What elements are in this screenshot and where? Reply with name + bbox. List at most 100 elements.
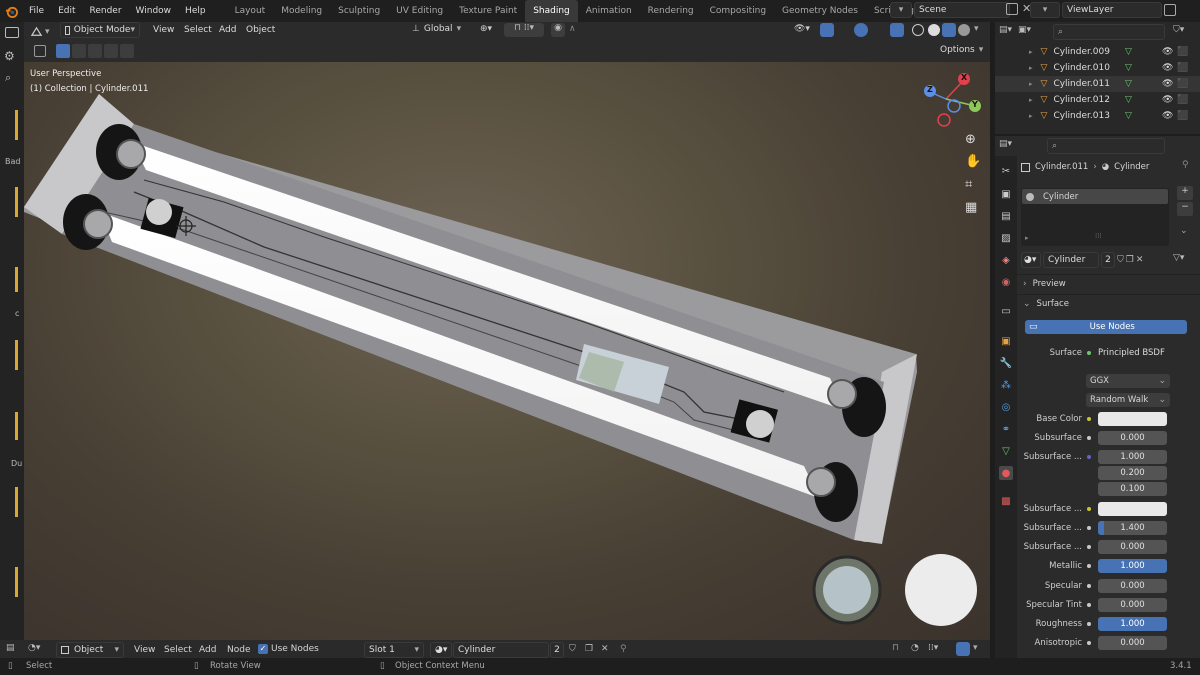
subsurface-value[interactable]: 0.000 [1098, 431, 1167, 445]
surface-shader-value[interactable]: Principled BSDF [1098, 348, 1165, 358]
editor-type-icon[interactable]: ▤ [6, 643, 15, 653]
add-slot-button[interactable]: + [1177, 186, 1193, 200]
snap-icon[interactable]: ⊓ ⁞⁞▾ [504, 23, 544, 37]
shader-type-dropdown[interactable]: Object ▾ [56, 642, 124, 658]
toolbar-toggle-icon[interactable] [34, 45, 46, 57]
camera-render-icon[interactable]: ⬛ [1177, 95, 1188, 105]
physics-tab-icon[interactable]: ◎ [999, 400, 1013, 414]
shading-material-icon[interactable] [942, 23, 956, 37]
shading-options-icon[interactable]: ▾ [974, 24, 979, 34]
display-mode-icon[interactable]: ▣▾ [1018, 25, 1031, 35]
editor-type-button[interactable]: ▾ [30, 24, 56, 40]
render-tab-icon[interactable]: ▣ [999, 187, 1013, 201]
properties-editor-icon[interactable]: ▤▾ [999, 139, 1012, 149]
menu-select[interactable]: Select [164, 645, 192, 655]
tab-modeling[interactable]: Modeling [273, 0, 330, 22]
use-nodes-checkbox[interactable]: ✓ Use Nodes [258, 644, 319, 654]
expand-list-icon[interactable]: ▸ [1025, 234, 1029, 242]
xray-icon[interactable] [890, 23, 904, 37]
properties-search-input[interactable]: ⌕ [1047, 138, 1165, 154]
pin-icon[interactable]: ⚲ [1182, 160, 1189, 170]
output-tab-icon[interactable]: ▤ [999, 209, 1013, 223]
menu-add[interactable]: Add [199, 645, 216, 655]
user-count[interactable]: 2 [550, 642, 564, 658]
preview-panel-header[interactable]: › Preview [1017, 274, 1200, 292]
scene-type-icon[interactable]: ▾ [890, 2, 912, 18]
tab-sculpting[interactable]: Sculpting [330, 0, 388, 22]
material-slot-list[interactable]: Cylinder ▸ ⁞⁞⁞ [1021, 188, 1169, 246]
slot-dropdown[interactable]: Slot 1 ▾ [364, 642, 424, 658]
data-tab-icon[interactable]: ▽ [999, 444, 1013, 458]
select-invert-icon[interactable] [104, 44, 118, 58]
pan-hand-icon[interactable]: ✋ [965, 154, 981, 169]
overlay-toggle-icon[interactable] [956, 642, 970, 656]
snap-toggle-icon[interactable]: ⊓ [892, 643, 899, 653]
subsurface-ior-value[interactable]: 1.400 [1098, 521, 1167, 535]
scene-field[interactable]: Scene [914, 2, 1010, 18]
fake-user-icon[interactable]: ⛉ [569, 644, 576, 654]
base-color-swatch[interactable] [1098, 412, 1167, 426]
eye-icon[interactable]: 👁 [1162, 63, 1173, 73]
view-layer-field[interactable]: ViewLayer [1062, 2, 1162, 18]
particles-tab-icon[interactable]: ⁂ [999, 378, 1013, 392]
tab-animation[interactable]: Animation [578, 0, 640, 22]
tool-indicator[interactable] [15, 340, 18, 370]
outliner-row[interactable]: ▸ ▽ Cylinder.013 ▽ 👁 ⬛ [995, 108, 1200, 124]
browse-material-icon[interactable]: ◕▾ [1021, 252, 1041, 268]
overlay-options-icon[interactable]: ▾ [973, 643, 978, 653]
options-dropdown[interactable]: Options ▾ [936, 42, 988, 58]
specular-tint-value[interactable]: 0.000 [1098, 598, 1167, 612]
texture-tab-icon[interactable]: ▩ [999, 494, 1013, 508]
falloff-icon[interactable]: ∧ [569, 24, 576, 34]
select-extend-icon[interactable] [72, 44, 86, 58]
menu-view[interactable]: View [134, 645, 155, 655]
tool-indicator[interactable] [15, 567, 18, 597]
menu-help[interactable]: Help [178, 0, 213, 22]
scene-tab-icon[interactable]: ◈ [999, 253, 1013, 267]
tab-rendering[interactable]: Rendering [640, 0, 702, 22]
duplicate-material-icon[interactable]: ❐ [585, 644, 593, 654]
select-intersect-icon[interactable] [120, 44, 134, 58]
search-icon[interactable]: ⌕ [5, 71, 11, 85]
subsurface-color-swatch[interactable] [1098, 502, 1167, 516]
tool-indicator[interactable] [15, 412, 18, 440]
surface-panel-header[interactable]: ⌄ Surface [1017, 294, 1200, 312]
collection-tab-icon[interactable]: ▭ [999, 304, 1013, 318]
camera-icon[interactable]: ⌗ [965, 177, 972, 192]
subsurface-radius-x[interactable]: 1.000 [1098, 450, 1167, 464]
camera-render-icon[interactable]: ⬛ [1177, 63, 1188, 73]
tool-tab-icon[interactable]: ✂ [999, 164, 1013, 178]
outliner-row-selected[interactable]: ▸ ▽ Cylinder.011 ▽ 👁 ⬛ [995, 76, 1200, 92]
material-name-field[interactable]: Cylinder [1043, 252, 1099, 268]
eye-icon[interactable]: 👁 [1162, 47, 1173, 57]
browse-material-icon[interactable]: ◕▾ [430, 642, 452, 658]
editor-type-icon[interactable] [5, 27, 19, 38]
remove-slot-button[interactable]: − [1177, 202, 1193, 216]
camera-render-icon[interactable]: ⬛ [1177, 47, 1188, 57]
tab-uv-editing[interactable]: UV Editing [388, 0, 451, 22]
tab-texture-paint[interactable]: Texture Paint [451, 0, 525, 22]
eye-icon[interactable]: 👁 [1162, 111, 1173, 121]
tool-indicator[interactable] [15, 110, 18, 140]
overlay-icon[interactable]: ◔ [911, 643, 919, 653]
material-tab-icon[interactable]: ● [999, 466, 1013, 480]
shading-rendered-icon[interactable] [958, 24, 970, 36]
new-view-layer-icon[interactable] [1164, 4, 1176, 16]
object-tab-icon[interactable]: ▣ [999, 334, 1013, 348]
specular-value[interactable]: 0.000 [1098, 579, 1167, 593]
view-layer-type-icon[interactable]: ▾ [1030, 2, 1060, 18]
pin-icon[interactable]: ⚲ [620, 644, 627, 654]
subsurface-method-dropdown[interactable]: Random Walk ⌄ [1086, 393, 1170, 407]
outliner-row[interactable]: ▸ ▽ Cylinder.012 ▽ 👁 ⬛ [995, 92, 1200, 108]
select-box-icon[interactable] [56, 44, 70, 58]
tool-indicator[interactable] [15, 487, 18, 517]
fake-user-icon[interactable]: ⛉ [1117, 255, 1124, 265]
metallic-value[interactable]: 1.000 [1098, 559, 1167, 573]
tool-settings-icon[interactable]: ⚙ [4, 49, 15, 63]
unlink-material-icon[interactable]: ✕ [1136, 255, 1144, 265]
select-subtract-icon[interactable] [88, 44, 102, 58]
anisotropic-value[interactable]: 0.000 [1098, 636, 1167, 650]
pivot-icon[interactable]: ⊕▾ [480, 24, 492, 34]
view-layer-tab-icon[interactable]: ▨ [999, 231, 1013, 245]
tool-indicator[interactable] [15, 267, 18, 292]
